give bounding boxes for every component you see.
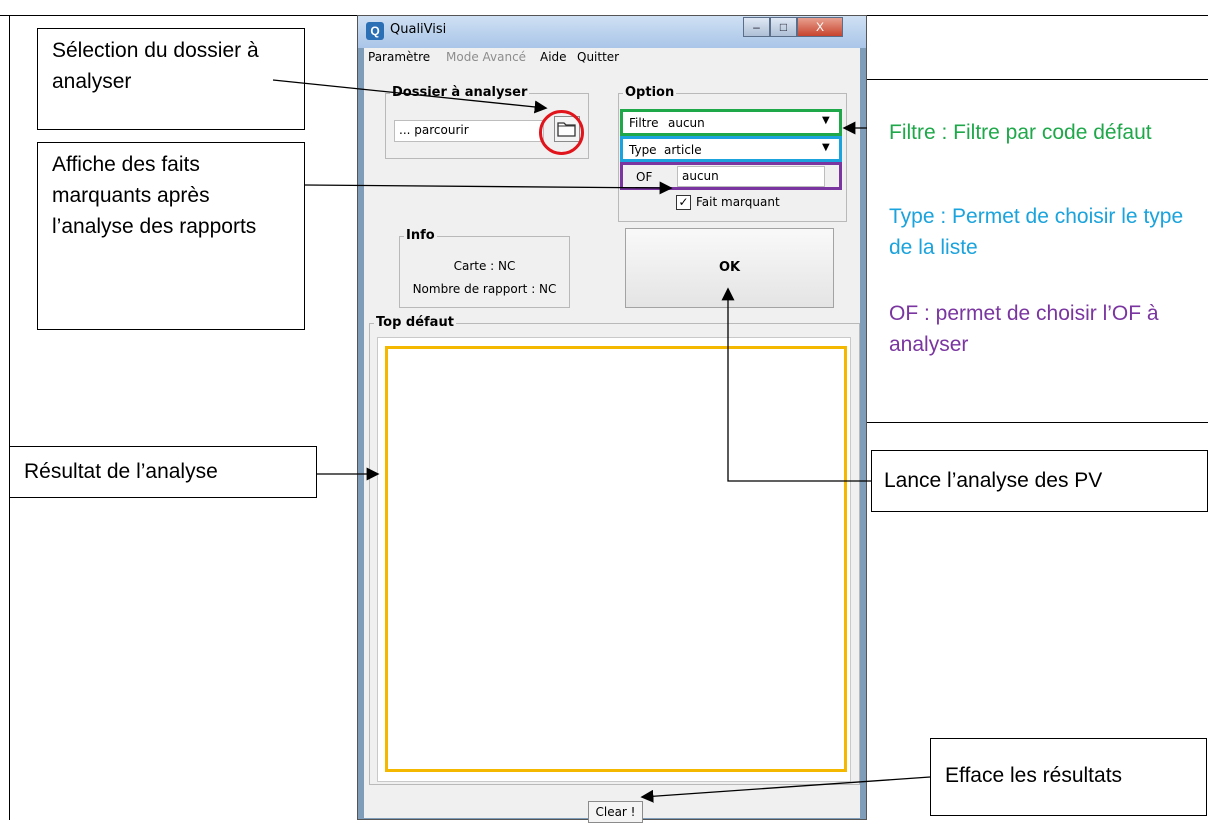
annotation-arrows: [272, 79, 931, 803]
arrow-selection: [272, 79, 548, 114]
arrow-efface: [640, 776, 931, 803]
arrow-lance: [721, 287, 871, 482]
arrow-faits: [304, 181, 673, 195]
